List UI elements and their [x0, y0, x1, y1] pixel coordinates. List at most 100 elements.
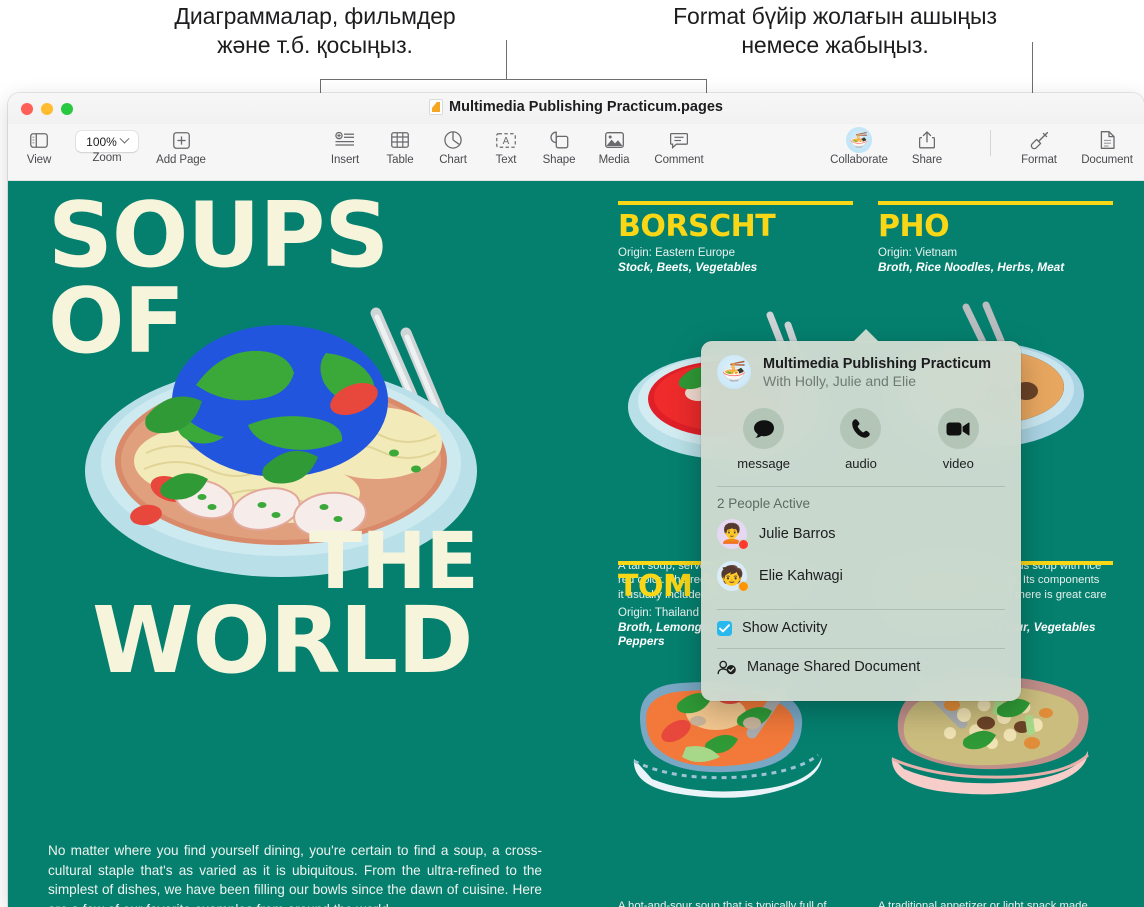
toolbar-zoom-label-wrap: Zoom [68, 151, 146, 164]
hero-section: SOUPS OF THE WORLD [34, 181, 574, 747]
pages-app-window: Multimedia Publishing Practicum.pages Vi… [8, 93, 1144, 907]
close-button[interactable] [21, 102, 33, 115]
manage-shared-document-row[interactable]: Manage Shared Document [701, 649, 1021, 685]
toolbar-format-button[interactable]: Format [1000, 127, 1078, 166]
comment-icon [670, 127, 688, 153]
app-toolbar: View 100% Zoom Add Page Insert Table Cha… [8, 124, 1144, 181]
recipe-card-pho: PHO Origin: Vietnam Broth, Rice Noodles,… [878, 201, 1113, 274]
show-activity-row[interactable]: Show Activity [701, 610, 1021, 646]
callout-left-leader-horizontal [320, 79, 707, 80]
recipe-title: PHO [878, 209, 950, 244]
callout-left-text: Диаграммалар, фильмдер және т.б. қосыңыз… [174, 3, 456, 58]
recipe-title: BORSCHT [618, 209, 776, 244]
popover-subtitle: With Holly, Julie and Elie [763, 372, 917, 389]
phone-icon [840, 408, 882, 449]
chart-icon [444, 127, 462, 153]
toolbar-share-button[interactable]: Share [888, 127, 966, 166]
maximize-button[interactable] [61, 102, 73, 115]
toolbar-format-label: Format [1021, 154, 1057, 166]
status-badge-elie [738, 581, 749, 592]
toolbar-share-label: Share [911, 154, 943, 166]
toolbar-document-label: Document [1081, 154, 1133, 166]
popover-header: 🍜 Multimedia Publishing Practicum With H… [701, 341, 1021, 389]
popover-header-text: Multimedia Publishing Practicum With Hol… [763, 356, 991, 389]
message-action-label: message [737, 456, 791, 471]
add-page-icon [172, 127, 190, 153]
document-canvas[interactable]: SOUPS OF THE WORLD No matter where you f… [8, 181, 1144, 907]
recipe-ingredients: Stock, Beets, Vegetables [618, 260, 758, 274]
toolbar-collaborate-button[interactable]: 🍜 Collaborate [820, 127, 898, 166]
share-icon [919, 127, 935, 153]
hero-title-line-1: SOUPS [48, 183, 389, 288]
audio-action-button[interactable]: audio [824, 408, 898, 471]
format-brush-icon [1030, 127, 1049, 153]
window-traffic-lights [21, 102, 73, 115]
video-action-label: video [942, 456, 974, 471]
intro-paragraph: No matter where you find yourself dining… [48, 843, 542, 907]
message-action-button[interactable]: message [727, 408, 801, 471]
avatar-elie: 🧒 [717, 561, 749, 592]
svg-text:A: A [503, 136, 510, 147]
toolbar-text-label: Text [495, 154, 517, 166]
shape-icon [549, 127, 569, 153]
toolbar-table-label: Table [386, 154, 414, 166]
collaborate-avatar-icon: 🍜 [846, 127, 872, 153]
toolbar-separator [990, 130, 991, 156]
window-title: Multimedia Publishing Practicum.pages [8, 99, 1144, 115]
chevron-down-icon [119, 133, 130, 144]
toolbar-chart-label: Chart [439, 154, 467, 166]
callout-right-text: Format бүйір жолағын ашыңыз немесе жабың… [673, 3, 997, 58]
window-titlebar: Multimedia Publishing Practicum.pages [8, 93, 1144, 124]
callout-left-leader-tick-end [706, 79, 707, 93]
avatar-julie: 🧑‍🦱 [717, 519, 749, 550]
toolbar-document-button[interactable]: Document [1068, 127, 1144, 166]
hero-title-line-4: WORLD [92, 587, 474, 694]
zoom-select[interactable]: 100% [76, 131, 138, 152]
toolbar-zoom-label: Zoom [92, 152, 122, 164]
person-name: Julie Barros [759, 526, 836, 542]
popover-title: Multimedia Publishing Practicum [763, 355, 992, 372]
toolbar-comment-label: Comment [654, 154, 704, 166]
toolbar-insert-label: Insert [330, 154, 360, 166]
recipe-origin: Origin: Eastern Europe [618, 247, 735, 259]
toolbar-media-label: Media [598, 154, 630, 166]
recipe-description-harira: A traditional appetizer or light snack m… [878, 900, 1088, 907]
zoom-value: 100% [86, 134, 117, 149]
table-icon [391, 127, 409, 153]
collaborate-popover[interactable]: 🍜 Multimedia Publishing Practicum With H… [701, 341, 1021, 701]
minimize-button[interactable] [41, 102, 53, 115]
manage-shared-document-label: Manage Shared Document [747, 659, 921, 675]
toolbar-collaborate-label: Collaborate [830, 154, 888, 166]
person-row-julie[interactable]: 🧑‍🦱 Julie Barros [701, 513, 1021, 555]
document-left-column: SOUPS OF THE WORLD No matter where you f… [34, 181, 574, 907]
show-activity-checkbox[interactable] [717, 620, 732, 636]
manage-shared-document-icon [717, 660, 737, 675]
document-icon [1100, 127, 1115, 153]
recipe-ingredients: Broth, Rice Noodles, Herbs, Meat [878, 260, 1065, 274]
callout-left-leader-tick-start [320, 79, 321, 93]
hero-title-line-3: THE [309, 517, 479, 607]
callout-left-leader-vertical [506, 40, 507, 80]
window-title-text: Multimedia Publishing Practicum.pages [449, 99, 723, 115]
popover-actions: message audio video [701, 408, 1021, 471]
person-row-elie[interactable]: 🧒 Elie Kahwagi [701, 555, 1021, 597]
recipe-rule [878, 201, 1113, 205]
sidebar-view-icon [30, 127, 48, 153]
status-badge-julie [738, 539, 749, 550]
video-action-button[interactable]: video [921, 408, 995, 471]
media-icon [604, 127, 624, 153]
active-people-header: 2 People Active [717, 496, 811, 511]
screenshot-root: Диаграммалар, фильмдер және т.б. қосыңыз… [0, 0, 1144, 907]
recipe-rule [618, 201, 853, 205]
popover-arrow [853, 329, 879, 342]
toolbar-shape-label: Shape [542, 154, 576, 166]
message-bubble-icon [743, 408, 785, 449]
shared-doc-avatar: 🍜 [846, 127, 872, 153]
show-activity-label: Show Activity [742, 620, 828, 636]
recipe-description-tom-yum: A hot-and-sour soup that is typically fu… [618, 900, 827, 907]
person-name: Elie Kahwagi [759, 568, 843, 584]
toolbar-comment-button[interactable]: Comment [640, 127, 718, 166]
hero-title-line-2: OF [48, 269, 185, 374]
toolbar-view-label: View [26, 154, 52, 166]
toolbar-add-page-button[interactable]: Add Page [142, 127, 220, 166]
